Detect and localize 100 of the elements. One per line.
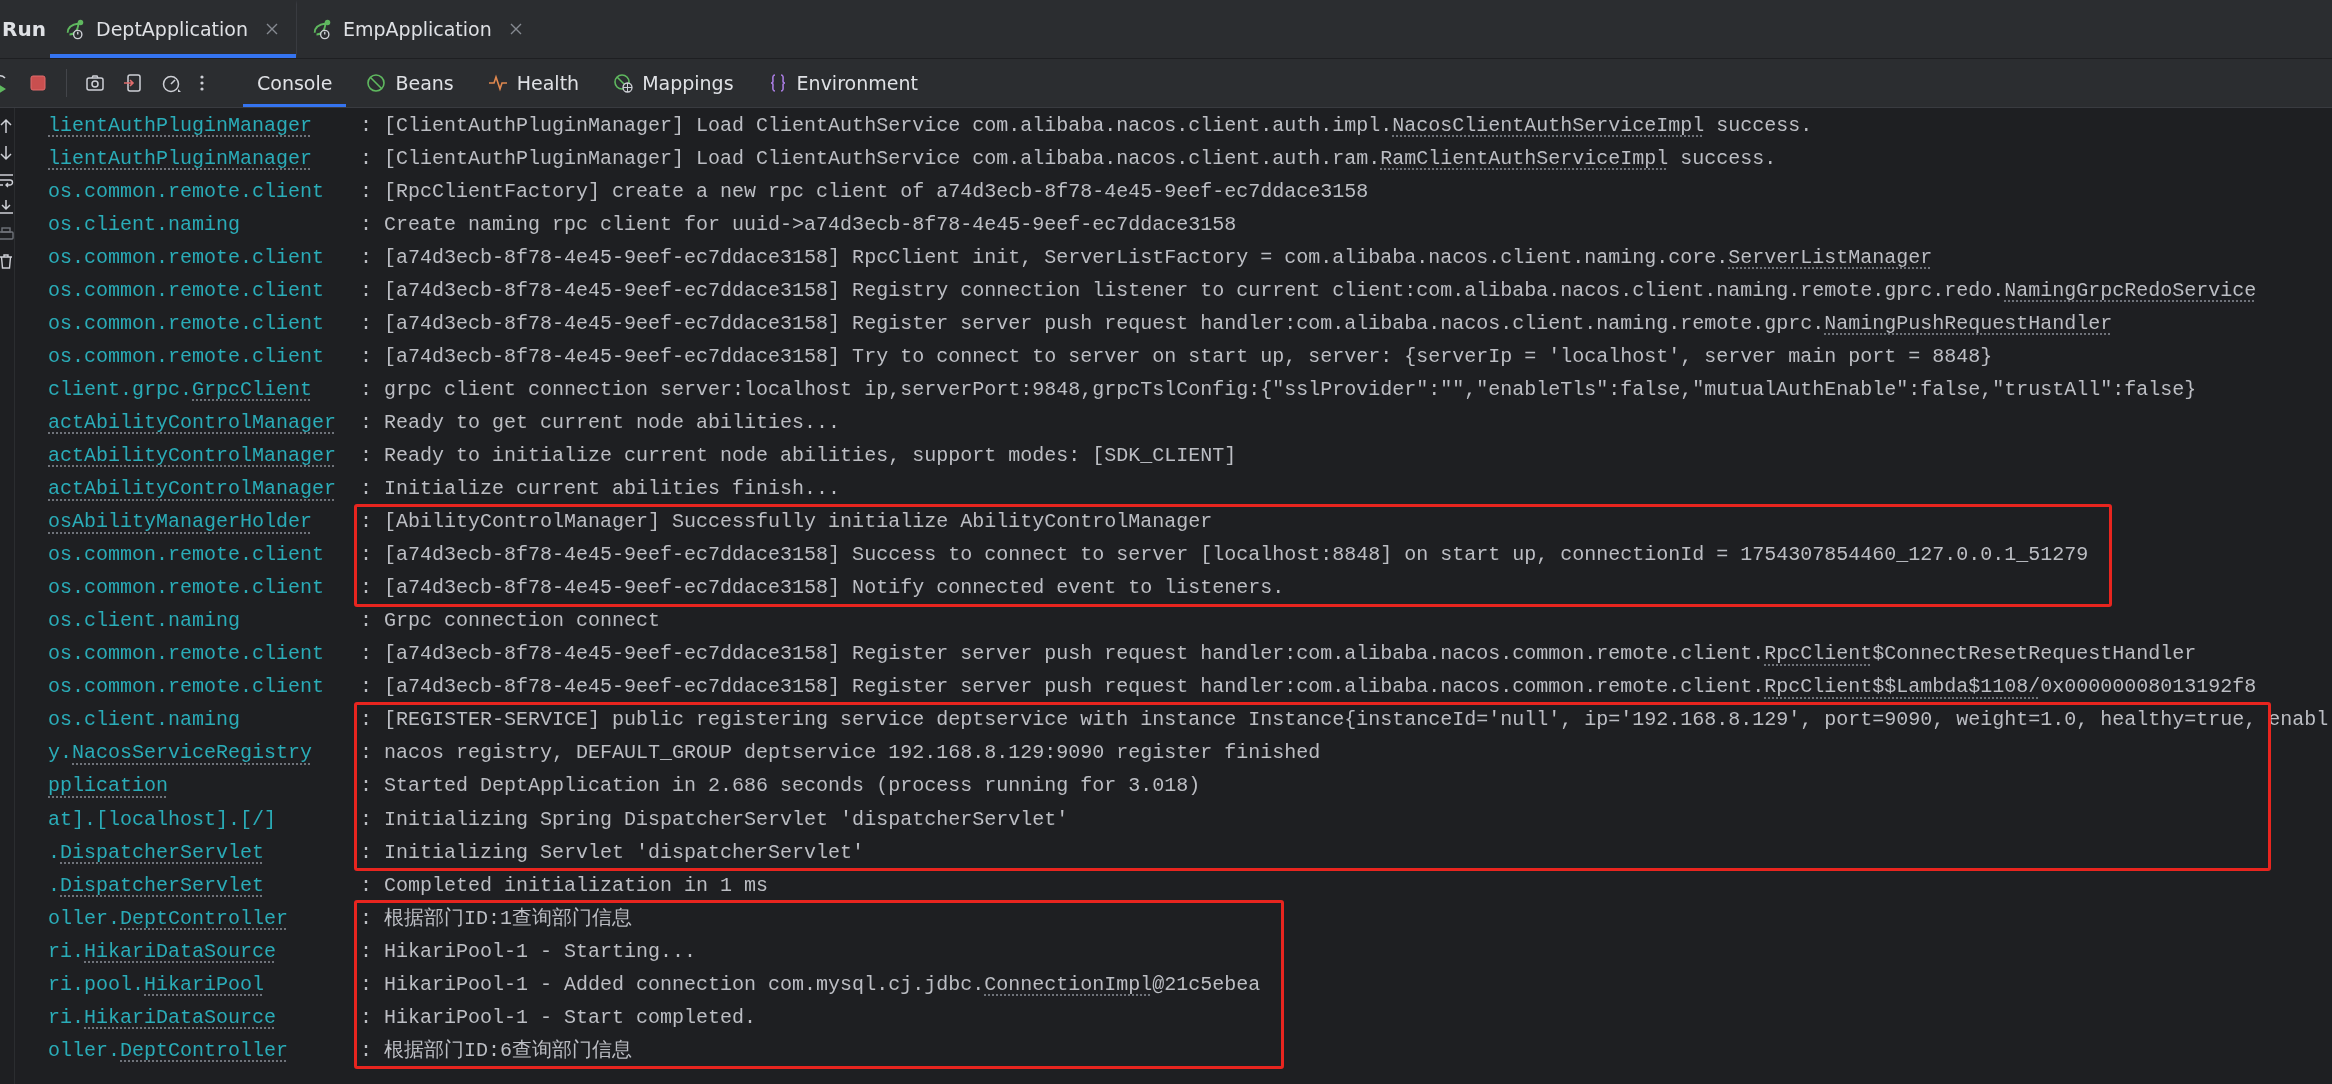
class-link[interactable]: actAbilityControlManager [48,410,337,434]
logger-name: oller.DeptController [48,1039,290,1062]
globe-icon [613,73,634,93]
log-message: [a74d3ecb-8f78-4e45-9eef-ec7ddace3158] Register server push request handler:com.alibaba.nacos.common.remote.client.RpcClient$ConnectResetRequestHandler [384,643,2197,666]
logger-name: oller.DeptController [48,907,290,930]
logger-name: y.NacosServiceRegistry [48,742,314,765]
log-separator: : [360,940,374,963]
class-link[interactable]: actAbilityControlManager [48,477,337,501]
logger-name: os.common.remote.client [48,345,326,368]
log-message: [a74d3ecb-8f78-4e45-9eef-ec7ddace3158] Try to connect to server on start up, server: {serverIp = 'localhost', server main port = 8848} [384,345,1993,368]
class-link[interactable]: NacosClientAuthServiceImpl [1392,113,1705,137]
run-tab[interactable]: EmpApplication [296,0,540,58]
log-message: HikariPool-1 - Starting... [384,940,697,963]
logger-name: os.common.remote.client [48,676,326,699]
log-message: [ClientAuthPluginManager] Load ClientAuthService com.alibaba.nacos.client.auth.impl.NacosClientAuthServiceImpl success. [384,114,1813,137]
trash-icon[interactable] [0,253,14,269]
log-separator: : [360,1006,374,1029]
log-separator: : [360,808,374,831]
class-link[interactable]: DispatcherServlet [60,840,265,864]
wrap-icon[interactable] [0,172,14,188]
log-separator: : [360,147,374,170]
class-link[interactable]: actAbilityControlManager [48,444,337,467]
log-message: Initialize current abilities finish... [384,478,841,501]
logger-name: os.common.remote.client [48,279,326,302]
class-link[interactable]: HikariDataSource [84,1005,277,1029]
logger-name: .DispatcherServlet [48,841,266,864]
down-arrow-icon[interactable] [0,145,14,161]
log-message: HikariPool-1 - Start completed. [384,1006,757,1029]
class-link[interactable]: osAbilityManagerHolder [48,510,313,534]
prohibited-icon [366,73,387,93]
log-separator: : [360,544,374,567]
close-icon[interactable] [509,23,522,35]
gauge-icon[interactable] [161,73,181,93]
log-separator: : [360,279,374,302]
log-separator: : [360,213,374,236]
class-link[interactable]: DeptController [120,1038,289,1062]
logger-name: os.common.remote.client [48,544,326,567]
class-link[interactable]: HikariDataSource [84,939,277,963]
class-link[interactable]: pplication [48,774,169,798]
class-link[interactable]: RpcClient [1764,642,1873,666]
more-icon[interactable] [199,73,205,93]
app-icon [64,18,86,40]
printer-icon[interactable] [0,226,14,242]
download-icon[interactable] [0,199,14,215]
class-link[interactable]: ServerListManager [1728,245,1933,269]
log-separator: : [360,246,374,269]
camera-icon[interactable] [85,73,105,93]
log-message: Ready to initialize current node abilities, support modes: [SDK_CLIENT] [384,445,1237,467]
up-arrow-icon[interactable] [0,118,14,134]
log-message: [ClientAuthPluginManager] Load ClientAuthService com.alibaba.nacos.client.auth.ram.RamClientAuthServiceImpl success. [384,147,1777,170]
class-link[interactable]: RamClientAuthServiceImpl [1380,146,1669,170]
log-separator: : [360,643,374,666]
logger-name: os.client.naming [48,709,242,732]
class-link[interactable]: RpcClient$$Lambda$1108/ [1764,675,2041,699]
log-message: [REGISTER-SERVICE] public registering service deptservice with instance Instance{instanceId='null', ip='192.168.8.129', port=9090, weight=1.0, healthy=true, enabl [384,709,2329,732]
exit-icon[interactable] [123,73,143,93]
class-link[interactable]: lientAuthPluginManager [48,113,313,137]
class-link[interactable]: NamingPushRequestHandler [1824,311,2113,335]
class-link[interactable]: lientAuthPluginManager [48,146,313,170]
log-separator: : [360,973,374,996]
view-tab[interactable]: Beans [352,59,468,107]
logger-name: .DispatcherServlet [48,874,266,897]
class-link[interactable]: HikariPool [144,972,265,996]
logger-name: os.client.naming [48,610,242,633]
log-message: Initializing Servlet 'dispatcherServlet' [384,841,865,864]
logger-name: ri.pool.HikariPool [48,973,266,996]
log-message: 根据部门ID:1查询部门信息 [384,907,633,930]
log-message: Create naming rpc client for uuid->a74d3ecb-8f78-4e45-9eef-ec7ddace3158 [384,213,1237,236]
class-link[interactable]: NacosServiceRegistry [72,741,313,765]
log-separator: : [360,907,374,930]
log-message: grpc client connection server:localhost ip,serverPort:9848,grpcTslConfig:{"sslProvider":"","enableTls":false,"mutualAuthEnable":false,"trustAll":false} [384,378,2197,401]
class-link[interactable]: DispatcherServlet [60,873,265,897]
view-tab[interactable]: Environment [753,59,932,107]
class-link[interactable]: ConnectionImpl [984,972,1153,996]
view-tab[interactable]: Console [243,59,347,107]
logger-name: client.grpc.GrpcClient [48,378,314,401]
log-separator: : [360,841,374,864]
logger-name: os.common.remote.client [48,246,326,269]
stop-icon[interactable] [28,73,48,93]
class-link[interactable]: DeptController [120,906,289,930]
class-link[interactable]: GrpcClient [192,377,313,401]
log-message: [a74d3ecb-8f78-4e45-9eef-ec7ddace3158] Notify connected event to listeners. [384,577,1285,600]
log-separator: : [360,378,374,401]
log-message: 根据部门ID:6查询部门信息 [384,1039,633,1062]
log-message: Ready to get current node abilities... [384,411,841,434]
close-icon[interactable] [266,23,278,35]
log-separator: : [360,511,374,534]
view-tab[interactable]: Health [473,59,594,107]
log-message: [a74d3ecb-8f78-4e45-9eef-ec7ddace3158] Success to connect to server [localhost:8848] on start up, connectionId = 1754307854460_127.0.0.1_51279 [384,544,2089,567]
log-separator: : [360,874,374,897]
class-link[interactable]: NamingGrpcRedoService [2004,278,2257,302]
logger-name: ri.HikariDataSource [48,940,278,963]
log-separator: : [360,742,374,765]
view-tab[interactable]: Mappings [599,59,748,107]
log-message: Started DeptApplication in 2.686 seconds (process running for 3.018) [384,775,1201,798]
log-message: [a74d3ecb-8f78-4e45-9eef-ec7ddace3158] Registry connection listener to current client:com.alibaba.nacos.client.naming.remote.gprc.redo.NamingGrpcRedoService [384,279,2257,302]
logger-name: at].[localhost].[/] [48,808,278,831]
log-message: Grpc connection connect [384,610,661,633]
log-message: [a74d3ecb-8f78-4e45-9eef-ec7ddace3158] Register server push request handler:com.alibaba.nacos.common.remote.client.RpcClient$$Lambda$1108/0x00000008013192f8 [384,676,2257,699]
log-separator: : [360,180,374,203]
